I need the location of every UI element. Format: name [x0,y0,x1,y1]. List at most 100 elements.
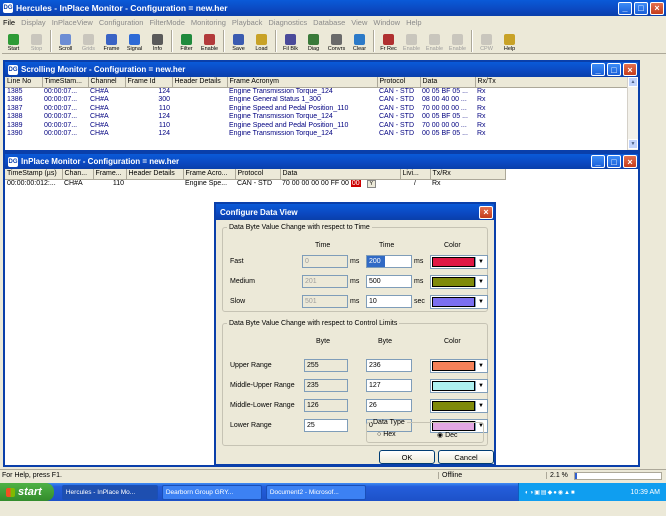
color-dropdown[interactable]: ▼ [430,275,488,289]
tray-icons[interactable]: ◐◑▣▤◆●◉▲■ [525,489,576,496]
chevron-down-icon[interactable]: ▼ [475,361,486,371]
maximize-button[interactable]: □ [634,1,648,15]
expand-button[interactable]: Y [366,179,376,188]
menu-item-10[interactable]: Window [370,18,403,27]
color-dropdown[interactable]: ▼ [430,379,488,393]
column-header[interactable]: TimeStam... [42,77,89,88]
toolbar-button-1[interactable]: Stop [25,29,48,53]
table-row[interactable]: 1387 00:00:07... CH#A 110 Engine Speed and P… [5,104,627,113]
close-button[interactable]: × [650,1,664,15]
column-header[interactable]: Header Details [172,77,228,88]
column-header[interactable]: Livi... [400,169,431,180]
column-header[interactable]: Protocol [377,77,421,88]
toolbar-button-10[interactable]: Load [250,29,273,53]
column-header[interactable]: Frame... [93,169,127,180]
toolbar-button-9[interactable]: Save [227,29,250,53]
column-header[interactable]: Line No [5,77,43,88]
task-document2[interactable]: Document2 - Microsof... [265,484,366,500]
chevron-down-icon[interactable]: ▼ [475,277,486,287]
time-to-field[interactable]: 200 [366,255,412,268]
menu-item-8[interactable]: Database [310,18,348,27]
minimize-button[interactable]: _ [618,1,632,15]
inplace-monitor-titlebar[interactable]: DG InPlace Monitor - Configuration = new… [5,154,638,169]
restore-button[interactable]: □ [607,155,621,168]
column-header[interactable]: Protocol [235,169,281,180]
chevron-down-icon[interactable]: ▼ [475,381,486,391]
toolbar-button-3[interactable]: Grids [77,29,100,53]
menu-item-9[interactable]: View [348,18,370,27]
menu-item-4[interactable]: FilterMode [146,18,187,27]
menu-item-6[interactable]: Playback [229,18,265,27]
ok-button[interactable]: OK [379,450,435,464]
table-row[interactable]: 1386 00:00:07... CH#A 300 Engine General Sta… [5,96,627,105]
toolbar-button-11[interactable]: Fil Blk [279,29,302,53]
scrolling-monitor-titlebar[interactable]: DG Scrolling Monitor - Configuration = n… [5,62,638,77]
toolbar-button-12[interactable]: Diag [302,29,325,53]
toolbar-button-16[interactable]: Enable [400,29,423,53]
app-titlebar[interactable]: DG Hercules - InPlace Monitor - Configur… [0,0,666,16]
byte-to-field[interactable]: 236 [366,359,412,372]
minimize-button[interactable]: _ [591,63,605,76]
toolbar-button-19[interactable]: CPW [475,29,498,53]
byte-to-field[interactable]: 26 [366,399,412,412]
toolbar-button-6[interactable]: Info [146,29,169,53]
scroll-up-arrow-icon[interactable]: ▲ [628,77,638,87]
toolbar-button-15[interactable]: Fr Rec [377,29,400,53]
chevron-down-icon[interactable]: ▼ [475,401,486,411]
column-header[interactable]: Frame Acro... [183,169,236,180]
table-row[interactable]: 00:00:00:012:... CH#A 110 Engine Spe... … [5,179,505,188]
column-header[interactable]: Data [420,77,476,88]
column-header[interactable]: Channel [88,77,126,88]
dialog-close-button[interactable]: × [479,205,493,219]
chevron-down-icon[interactable]: ▼ [475,297,486,307]
menu-item-2[interactable]: InPlaceView [49,18,96,27]
color-dropdown[interactable]: ▼ [430,295,488,309]
column-header[interactable]: Frame Id [125,77,173,88]
task-hercules[interactable]: Hercules - InPlace Mo... [61,484,158,500]
toolbar-button-17[interactable]: Enable [423,29,446,53]
menu-item-5[interactable]: Monitoring [188,18,229,27]
color-dropdown[interactable]: ▼ [430,399,488,413]
toolbar-button-0[interactable]: Start [2,29,25,53]
time-to-field[interactable]: 500 [366,275,412,288]
toolbar-button-20[interactable]: Help [498,29,521,53]
column-header[interactable]: Rx/Tx [475,77,628,88]
menu-item-0[interactable]: File [0,18,18,27]
menu-item-11[interactable]: Help [403,18,424,27]
cancel-button[interactable]: Cancel [438,450,494,464]
column-header[interactable]: Tx/Rx [430,169,506,180]
byte-to-field[interactable]: 127 [366,379,412,392]
toolbar-button-4[interactable]: Frame [100,29,123,53]
toolbar-button-14[interactable]: Clear [348,29,371,53]
toolbar-button-18[interactable]: Enable [446,29,469,53]
close-button[interactable]: × [623,155,637,168]
menu-item-1[interactable]: Display [18,18,49,27]
column-header[interactable]: Frame Acronym [227,77,378,88]
menu-item-7[interactable]: Diagnostics [265,18,310,27]
table-row[interactable]: 1385 00:00:07... CH#A 124 Engine Transmissio… [5,87,627,96]
menu-item-3[interactable]: Configuration [96,18,147,27]
byte-from-field[interactable]: 25 [304,419,348,432]
restore-button[interactable]: □ [607,63,621,76]
toolbar-button-8[interactable]: Enable [198,29,221,53]
column-header[interactable]: Data [280,169,401,180]
toolbar-button-7[interactable]: Filter [175,29,198,53]
toolbar-button-13[interactable]: Convrs [325,29,348,53]
table-row[interactable]: 1389 00:00:07... CH#A 110 Engine Speed and P… [5,121,627,130]
close-button[interactable]: × [623,63,637,76]
vertical-scrollbar[interactable]: ▲ ▼ [627,77,638,150]
chevron-down-icon[interactable]: ▼ [475,257,486,267]
color-dropdown[interactable]: ▼ [430,255,488,269]
column-header[interactable]: Header Details [126,169,184,180]
scroll-down-arrow-icon[interactable]: ▼ [628,139,638,149]
column-header[interactable]: TimeStamp (µs) [5,169,63,180]
color-dropdown[interactable]: ▼ [430,359,488,373]
toolbar-button-2[interactable]: Scroll [54,29,77,53]
hex-radio[interactable]: ○ Hex [377,431,396,438]
time-to-field[interactable]: 10 [366,295,412,308]
dialog-titlebar[interactable]: Configure Data View × [216,204,494,220]
dec-radio[interactable]: ◉ Dec [437,431,458,439]
table-row[interactable]: 1388 00:00:07... CH#A 124 Engine Transmissio… [5,113,627,122]
table-row[interactable]: 1390 00:00:07... CH#A 124 Engine Transmissio… [5,130,627,139]
toolbar-button-5[interactable]: Signal [123,29,146,53]
